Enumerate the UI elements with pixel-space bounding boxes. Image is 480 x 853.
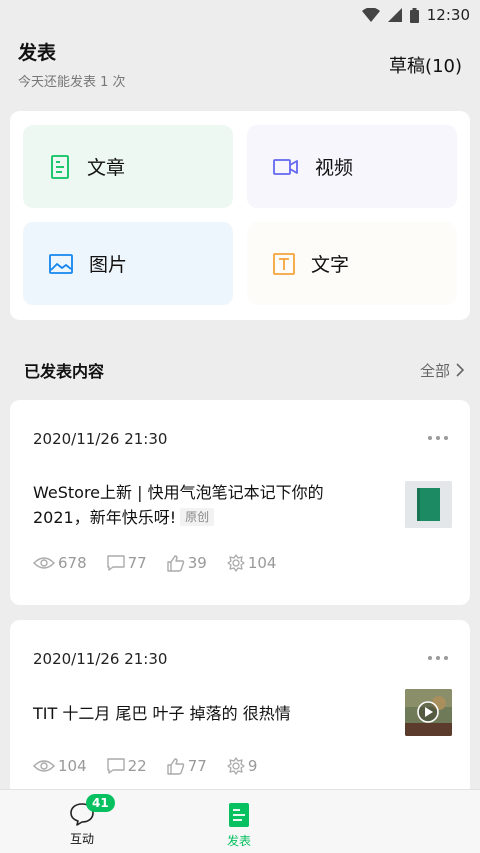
status-bar: 12:30 <box>0 0 480 30</box>
post-date: 2020/11/26 21:30 <box>33 430 168 448</box>
comment-icon <box>106 758 125 774</box>
view-all-link[interactable]: 全部 <box>420 360 464 381</box>
compose-image-button[interactable]: 图片 <box>23 222 233 305</box>
compose-card: 文章 视频 图片 文字 <box>10 111 470 320</box>
drafts-button[interactable]: 草稿(10) <box>389 52 462 78</box>
comments-stat: 22 <box>106 757 147 775</box>
signal-icon <box>387 8 402 22</box>
post-title-text: WeStore上新 | 快用气泡笔记本记下你的2021，新年快乐呀! <box>33 483 324 527</box>
post-stats: 104 22 77 9 <box>33 757 257 775</box>
views-count: 104 <box>58 757 87 775</box>
tab-publish-label: 发表 <box>226 834 251 848</box>
views-stat: 678 <box>33 554 87 572</box>
status-time: 12:30 <box>426 6 470 24</box>
share-gear-icon <box>227 554 245 572</box>
view-all-label: 全部 <box>419 361 450 380</box>
likes-stat: 39 <box>167 554 207 572</box>
published-section-title: 已发表内容 <box>24 362 105 381</box>
post-video-thumbnail <box>405 689 452 736</box>
more-options-icon[interactable] <box>428 656 448 660</box>
article-icon <box>51 154 69 179</box>
compose-article-label: 文章 <box>87 157 126 179</box>
bottom-tab-bar: 41 互动 发表 <box>0 789 480 853</box>
post-date: 2020/11/26 21:30 <box>33 650 168 668</box>
tab-publish[interactable]: 发表 <box>199 790 279 853</box>
post-thumbnail <box>405 481 452 528</box>
battery-icon <box>409 7 419 23</box>
eye-icon <box>33 760 55 772</box>
likes-count: 39 <box>187 554 207 572</box>
notification-badge: 41 <box>86 794 115 812</box>
likes-stat: 77 <box>167 757 207 775</box>
compose-image-label: 图片 <box>89 254 128 276</box>
post-title-text: TIT 十二月 尾巴 叶子 掉落的 很热情 <box>33 704 291 723</box>
comments-count: 22 <box>127 757 147 775</box>
compose-video-button[interactable]: 视频 <box>247 125 457 208</box>
post-card[interactable]: 2020/11/26 21:30 WeStore上新 | 快用气泡笔记本记下你的… <box>10 400 470 605</box>
comment-icon <box>106 555 125 571</box>
shares-stat: 9 <box>227 757 258 775</box>
compose-article-button[interactable]: 文章 <box>23 125 233 208</box>
video-camera-icon <box>273 158 298 175</box>
post-stats: 678 77 39 104 <box>33 554 276 572</box>
thumbs-up-icon <box>167 554 184 572</box>
image-icon <box>49 253 73 274</box>
post-title: WeStore上新 | 快用气泡笔记本记下你的2021，新年快乐呀! 原创 <box>33 480 373 530</box>
views-stat: 104 <box>33 757 87 775</box>
comments-stat: 77 <box>106 554 147 572</box>
eye-icon <box>33 557 55 569</box>
views-count: 678 <box>58 554 87 572</box>
text-icon <box>273 252 295 275</box>
shares-count: 104 <box>247 554 277 572</box>
published-section-header: 已发表内容 全部 <box>24 355 464 385</box>
more-options-icon[interactable] <box>428 436 448 440</box>
likes-count: 77 <box>187 757 207 775</box>
tab-interact-label: 互动 <box>69 832 94 846</box>
tab-interact[interactable]: 41 互动 <box>42 790 122 853</box>
share-gear-icon <box>227 757 245 775</box>
chevron-right-icon <box>456 363 464 377</box>
shares-stat: 104 <box>227 554 277 572</box>
page-header: 发表 今天还能发表 1 次 草稿(10) <box>18 38 462 92</box>
shares-count: 9 <box>247 757 258 775</box>
compose-text-button[interactable]: 文字 <box>247 222 457 305</box>
wifi-icon <box>361 8 380 22</box>
compose-text-label: 文字 <box>311 254 350 276</box>
compose-video-label: 视频 <box>315 157 354 179</box>
original-tag: 原创 <box>180 508 215 526</box>
thumbs-up-icon <box>167 757 184 775</box>
document-icon <box>229 803 249 827</box>
comments-count: 77 <box>127 554 147 572</box>
post-title: TIT 十二月 尾巴 叶子 掉落的 很热情 <box>33 701 373 726</box>
